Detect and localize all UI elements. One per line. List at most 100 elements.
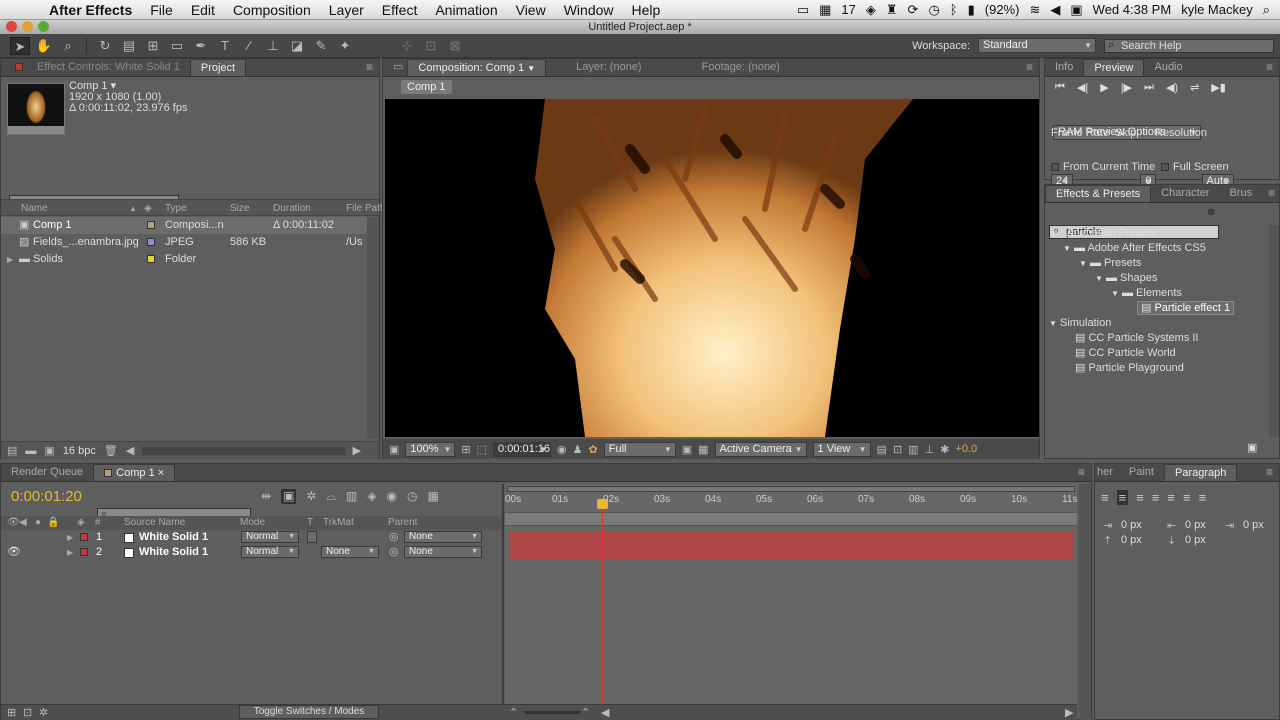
color-channel-icon[interactable]: ✿: [589, 443, 598, 456]
type-tool-icon[interactable]: T: [215, 37, 235, 55]
expand-triangle-icon[interactable]: ▶: [67, 545, 73, 560]
panel-menu-icon[interactable]: ≡: [1260, 59, 1279, 76]
hammer-icon[interactable]: ♜: [886, 2, 898, 18]
layer-label-swatch[interactable]: [80, 533, 88, 541]
camera-dropdown[interactable]: Active Camera: [714, 441, 807, 457]
space-after-value[interactable]: 0 px: [1185, 534, 1206, 546]
menu-composition[interactable]: Composition: [224, 2, 320, 18]
last-frame-icon[interactable]: ⏭: [1144, 81, 1154, 94]
scroll-right-icon[interactable]: ▶: [1065, 706, 1073, 719]
workspace-dropdown[interactable]: Standard: [978, 38, 1096, 53]
eraser-tool-icon[interactable]: ◪: [287, 37, 307, 55]
work-area-bar[interactable]: [505, 512, 1077, 526]
dropbox-icon[interactable]: ◈: [866, 2, 876, 18]
zoom-window-button[interactable]: [38, 21, 49, 32]
auto-keyframe-icon[interactable]: ◉: [387, 489, 397, 504]
expand-triangle-icon[interactable]: ▶: [7, 251, 13, 268]
always-preview-icon[interactable]: ▣: [389, 443, 399, 456]
tab-footage[interactable]: Footage: (none): [692, 59, 790, 76]
view-layout-dropdown[interactable]: 1 View: [812, 441, 871, 457]
justify-last-center-icon[interactable]: ≡: [1167, 490, 1175, 505]
sort-up-icon[interactable]: ▲: [129, 200, 137, 217]
playhead-line[interactable]: [602, 508, 604, 720]
panel-menu-icon[interactable]: ≡: [1262, 185, 1280, 202]
from-current-time-checkbox[interactable]: From Current Time: [1051, 161, 1155, 173]
layer-bar-1[interactable]: [509, 531, 1073, 545]
loop-icon[interactable]: ⇌: [1190, 81, 1199, 94]
bluetooth-icon[interactable]: ᛒ: [950, 2, 958, 17]
scroll-right-icon[interactable]: ▶: [353, 444, 379, 457]
layer-name[interactable]: White Solid 1: [139, 545, 208, 560]
project-item-jpeg[interactable]: ▨ Fields_...enambra.jpg JPEG 586 KB /Us: [1, 234, 379, 251]
menu-app[interactable]: After Effects: [40, 2, 141, 18]
previous-frame-icon[interactable]: ◀|: [1077, 81, 1088, 94]
checkbox-box[interactable]: [1161, 163, 1169, 172]
chevron-down-icon[interactable]: ▼: [1045, 244, 1071, 253]
toggle-switches-modes-button[interactable]: Toggle Switches / Modes: [239, 705, 379, 719]
calendar-icon[interactable]: ▦: [819, 2, 831, 18]
roto-brush-tool-icon[interactable]: ✎: [311, 37, 331, 55]
ram-preview-icon[interactable]: ▶▮: [1211, 81, 1226, 94]
horizontal-scrollbar[interactable]: [142, 446, 345, 455]
menu-view[interactable]: View: [507, 2, 555, 18]
snapshot-icon[interactable]: ◉: [557, 443, 567, 456]
space-before-value[interactable]: 0 px: [1121, 534, 1142, 546]
in-out-icon[interactable]: ✲: [39, 706, 48, 719]
chevron-down-icon[interactable]: ▼: [1045, 274, 1103, 283]
parent-dropdown[interactable]: None: [404, 531, 482, 543]
current-time-field[interactable]: 0:00:01:16: [493, 441, 552, 457]
flag-icon[interactable]: ▣: [1070, 2, 1082, 18]
justify-last-left-icon[interactable]: ≡: [1152, 490, 1160, 505]
zoom-tool-icon[interactable]: ⌕: [58, 37, 78, 55]
checkbox-box[interactable]: [1051, 163, 1059, 172]
volume-icon[interactable]: ◀: [1050, 2, 1060, 18]
pixel-aspect-icon[interactable]: ▤: [877, 443, 887, 456]
full-screen-checkbox[interactable]: Full Screen: [1161, 161, 1229, 173]
scroll-left-icon[interactable]: ◀: [126, 444, 134, 457]
tree-item-particle-playground[interactable]: ▤ Particle Playground: [1045, 360, 1267, 377]
menu-window[interactable]: Window: [555, 2, 623, 18]
pan-behind-tool-icon[interactable]: ⊞: [143, 37, 163, 55]
panel-menu-icon[interactable]: ≡: [1072, 464, 1091, 481]
safe-zones-icon[interactable]: ⊞: [461, 443, 470, 456]
column-trkmat[interactable]: TrkMat: [323, 516, 354, 530]
project-item-comp[interactable]: ▣ Comp 1 Composi...n Δ 0:00:11:02: [1, 217, 379, 234]
chevron-down-icon[interactable]: ▼: [1045, 289, 1119, 298]
align-center-icon[interactable]: ≡: [1116, 490, 1129, 505]
blend-mode-dropdown[interactable]: Normal: [241, 546, 299, 558]
label-color-swatch[interactable]: [147, 221, 155, 229]
new-folder-icon[interactable]: ▬: [25, 445, 36, 457]
chevron-down-icon[interactable]: ▼: [1045, 229, 1057, 238]
layer-switches-icon[interactable]: ⊞: [7, 706, 16, 719]
timeline-icon[interactable]: ▥: [908, 443, 918, 456]
tab-audio[interactable]: Audio: [1144, 59, 1192, 76]
align-left-icon[interactable]: ≡: [1101, 490, 1109, 505]
preserve-transparency-checkbox[interactable]: [307, 531, 317, 543]
play-icon[interactable]: ▶: [1100, 81, 1108, 94]
menu-file[interactable]: File: [141, 2, 182, 18]
project-item-solids[interactable]: ▶ ▬ Solids Folder: [1, 251, 379, 268]
view-axis-icon[interactable]: ⊠: [445, 37, 465, 55]
parent-dropdown[interactable]: None: [404, 546, 482, 558]
tab-layer[interactable]: Layer: (none): [566, 59, 651, 76]
menu-layer[interactable]: Layer: [320, 2, 373, 18]
interpret-footage-icon[interactable]: ▤: [7, 444, 17, 457]
search-help-input[interactable]: Search Help: [1104, 38, 1274, 53]
layer-row-2[interactable]: 👁 ▶ 2 White Solid 1 Normal None ◎ None: [1, 545, 501, 560]
column-type[interactable]: Type: [165, 200, 187, 217]
rotate-tool-icon[interactable]: ↻: [95, 37, 115, 55]
clear-search-icon[interactable]: ⊗: [1207, 207, 1215, 218]
region-of-interest-icon[interactable]: ▣: [682, 443, 692, 456]
flowchart-icon[interactable]: ⊥: [925, 443, 935, 456]
column-mode[interactable]: Mode: [240, 516, 265, 530]
trash-icon[interactable]: 🗑: [104, 444, 118, 457]
draft-3d-icon[interactable]: ▣: [281, 489, 297, 504]
layer-row-1[interactable]: ▶ 1 White Solid 1 Normal ◎ None: [1, 530, 501, 545]
layer-bar-2[interactable]: [509, 546, 1073, 560]
tab-effect-controls[interactable]: Effect Controls: White Solid 1: [1, 59, 190, 76]
show-snapshot-icon[interactable]: ♟: [573, 443, 583, 456]
column-duration[interactable]: Duration: [273, 200, 311, 217]
column-t[interactable]: T: [307, 516, 313, 530]
tab-info[interactable]: Info: [1045, 59, 1083, 76]
time-ruler[interactable]: 00s 01s 02s 03s 04s 05s 06s 07s 08s 09s …: [505, 494, 1077, 508]
